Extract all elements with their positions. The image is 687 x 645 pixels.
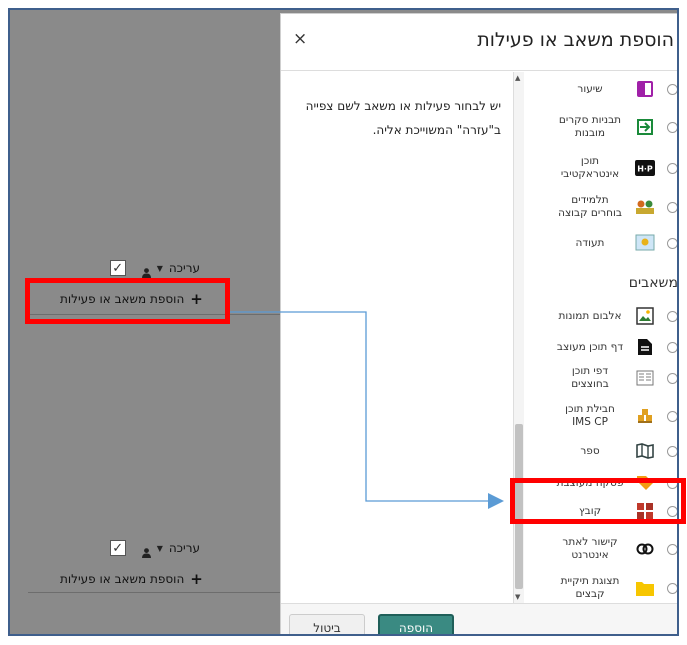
annotation-arrow (230, 311, 504, 509)
